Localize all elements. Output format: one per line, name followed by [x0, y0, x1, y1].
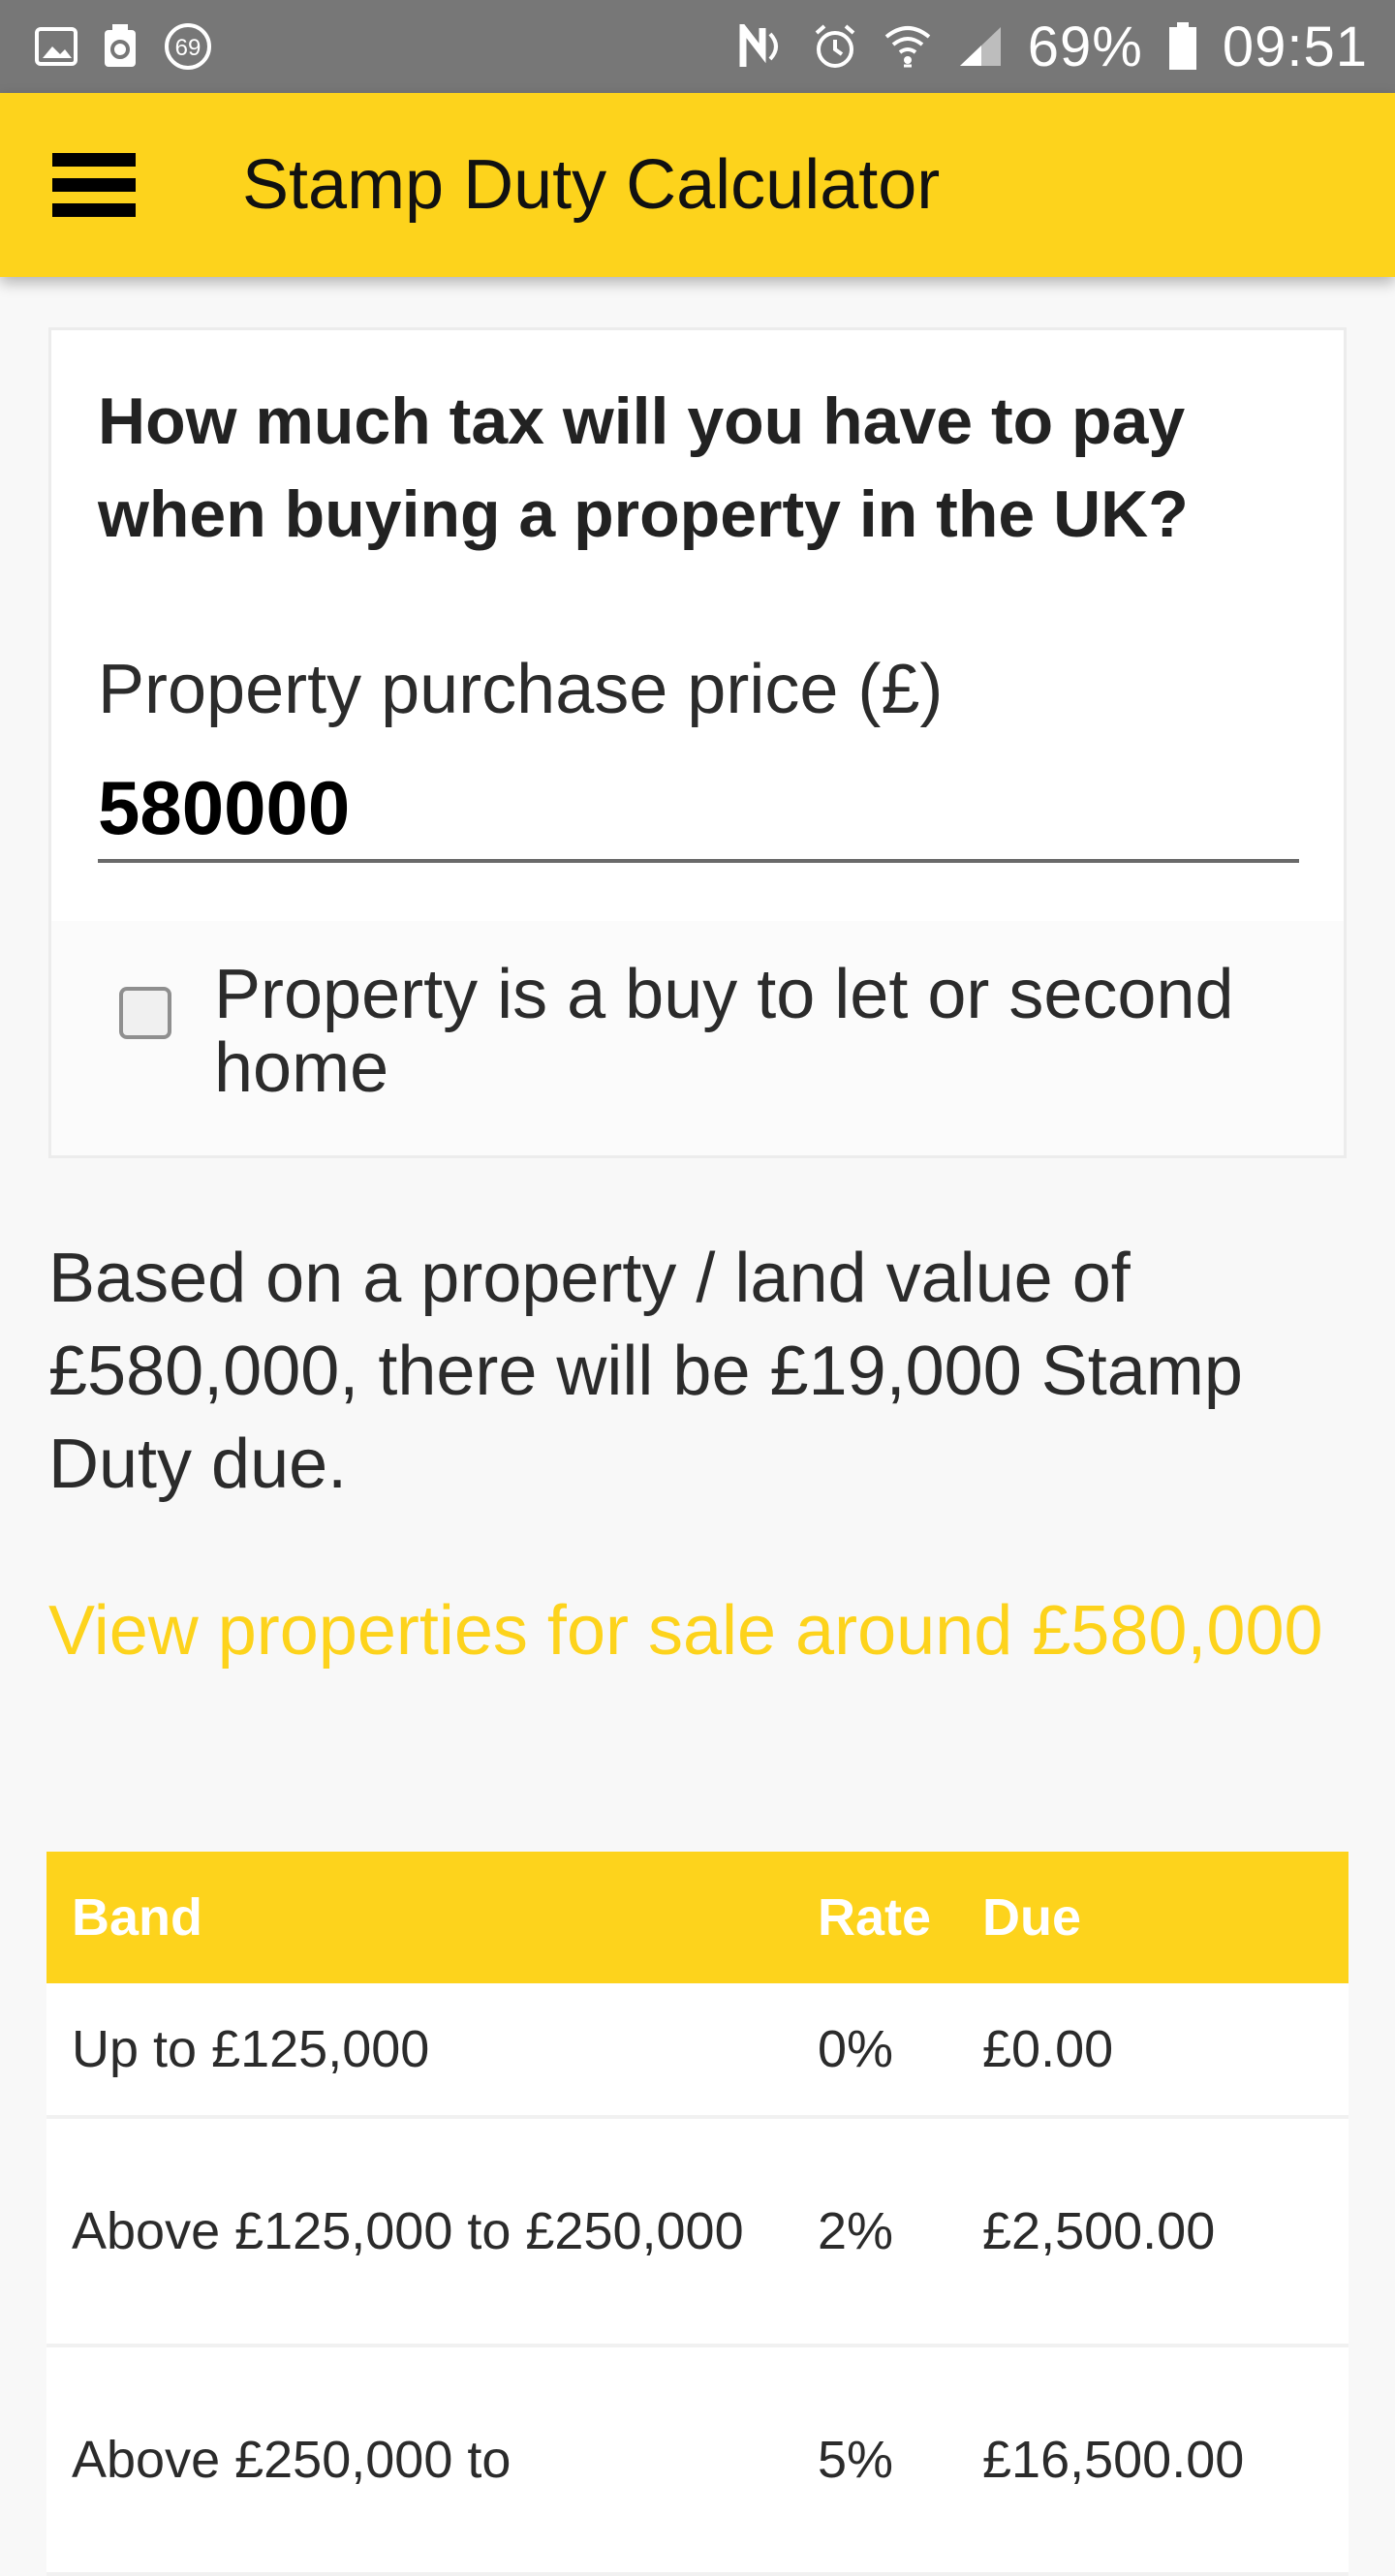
header-rate: Rate — [792, 1852, 957, 1983]
table-header-row: Band Rate Due — [46, 1852, 1348, 1983]
band-cell: Above £125,000 to £250,000 — [46, 2117, 792, 2347]
rate-cell: 0% — [792, 1983, 957, 2119]
due-cell: £0.00 — [957, 1983, 1348, 2119]
result-text: Based on a property / land value of £580… — [48, 1240, 1243, 1503]
due-cell: £16,500.00 — [957, 2346, 1348, 2576]
question-heading: How much tax will you have to pay when b… — [98, 384, 1189, 551]
buy-to-let-label[interactable]: Property is a buy to let or second home — [214, 958, 1309, 1105]
band-cell: Above £250,000 to — [46, 2346, 792, 2576]
signal-icon — [958, 25, 1003, 68]
rate-cell: 5% — [792, 2346, 957, 2576]
rate-cell: 2% — [792, 2117, 957, 2347]
status-bar-left: 69 — [35, 21, 213, 72]
menu-line — [52, 178, 136, 192]
header-band: Band — [46, 1852, 792, 1983]
buy-to-let-row[interactable]: Property is a buy to let or second home — [51, 921, 1344, 1155]
calculator-card: How much tax will you have to pay when b… — [48, 327, 1347, 1158]
status-bar: 69 69% 09:51 — [0, 0, 1395, 93]
clock: 09:51 — [1222, 15, 1368, 78]
recycle-icon — [103, 24, 138, 69]
hamburger-menu-icon[interactable] — [52, 153, 136, 217]
table-row: Above £250,000 to 5% £16,500.00 — [46, 2346, 1348, 2576]
stamp-duty-band-table: Band Rate Due Up to £125,000 0% £0.00 Ab… — [46, 1852, 1348, 2576]
buy-to-let-checkbox[interactable] — [119, 987, 171, 1039]
band-cell: Up to £125,000 — [46, 1983, 792, 2119]
app-title: Stamp Duty Calculator — [242, 146, 941, 224]
nfc-icon — [739, 24, 788, 69]
menu-line — [52, 153, 136, 167]
battery-percent: 69% — [1027, 15, 1143, 78]
status-bar-right: 69% 09:51 — [739, 15, 1368, 79]
header-due: Due — [957, 1852, 1348, 1983]
image-icon — [35, 27, 78, 66]
wifi-icon — [883, 23, 933, 70]
battery-icon — [1168, 22, 1197, 71]
view-properties-link[interactable]: View properties for sale around £580,000 — [48, 1584, 1347, 1677]
app-bar: Stamp Duty Calculator — [0, 93, 1395, 277]
table-row: Above £125,000 to £250,000 2% £2,500.00 — [46, 2117, 1348, 2347]
alarm-icon — [813, 23, 857, 70]
menu-line — [52, 203, 136, 217]
price-input[interactable] — [98, 756, 1299, 863]
table-row: Up to £125,000 0% £0.00 — [46, 1983, 1348, 2119]
price-label: Property purchase price (£) — [98, 651, 944, 728]
due-cell: £2,500.00 — [957, 2117, 1348, 2347]
badge-69-icon: 69 — [163, 21, 213, 72]
badge-69-text: 69 — [175, 35, 202, 61]
